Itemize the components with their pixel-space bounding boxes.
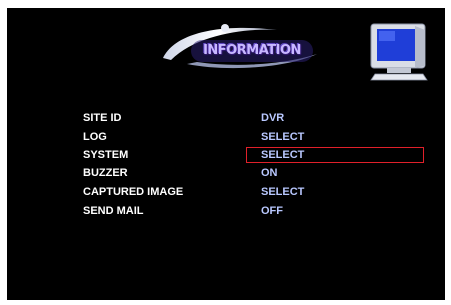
menu-item-value[interactable]: SELECT [261,146,304,164]
menu-item-captured-image[interactable]: CAPTURED IMAGE SELECT [79,183,439,201]
menu-item-system[interactable]: SYSTEM SELECT [79,146,439,164]
menu-item-label: CAPTURED IMAGE [83,186,184,198]
menu-item-label: LOG [83,131,107,143]
information-logo: INFORMATION [157,20,327,72]
menu-item-buzzer[interactable]: BUZZER ON [79,164,439,182]
menu-item-label: SEND MAIL [83,205,144,217]
page-title: INFORMATION [203,43,301,58]
menu-item-value[interactable]: ON [261,164,278,182]
menu-item-value[interactable]: SELECT [261,183,304,201]
monitor-icon [367,20,431,82]
menu-item-label: SITE ID [83,112,122,124]
dvr-screen: INFORMATION SITE ID DVR LOG SELECT SYSTE… [7,8,445,300]
menu-item-label: BUZZER [83,167,128,179]
menu-item-site-id[interactable]: SITE ID DVR [79,109,439,127]
menu-item-value[interactable]: DVR [261,109,284,127]
menu-item-value[interactable]: OFF [261,202,283,220]
menu-item-log[interactable]: LOG SELECT [79,128,439,146]
menu-item-label: SYSTEM [83,149,129,161]
menu-item-send-mail[interactable]: SEND MAIL OFF [79,202,439,220]
menu-item-value[interactable]: SELECT [261,128,304,146]
